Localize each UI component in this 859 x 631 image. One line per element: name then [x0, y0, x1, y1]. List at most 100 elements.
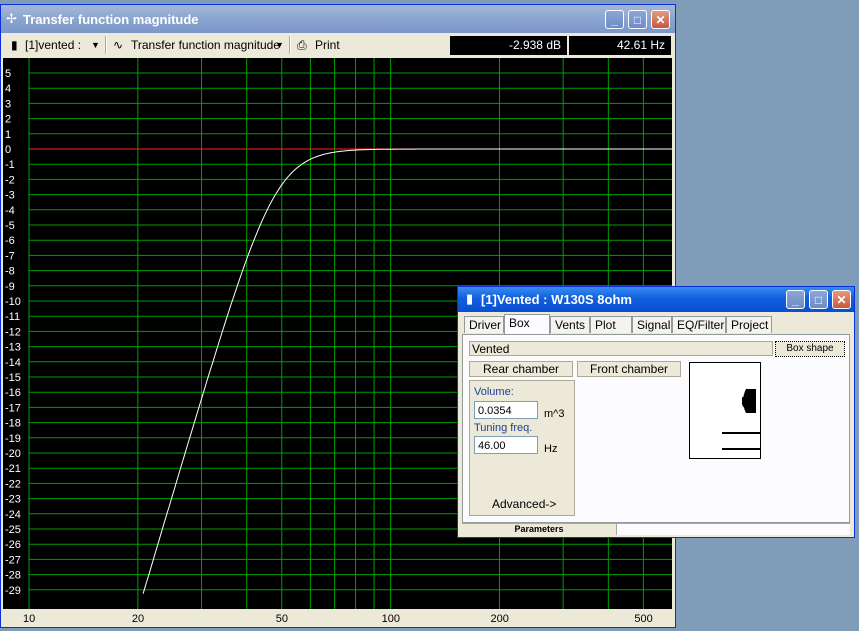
- box-tab-panel: Vented Box shape Rear chamber Front cham…: [462, 334, 850, 523]
- y-tick-label: -16: [5, 387, 21, 399]
- front-chamber-button[interactable]: Front chamber: [577, 361, 681, 377]
- toolbar-separator: [289, 36, 291, 54]
- y-tick-label: -25: [5, 524, 21, 536]
- volume-label: Volume:: [474, 386, 514, 398]
- driver-icon: ▮: [466, 291, 474, 306]
- y-tick-label: -26: [5, 539, 21, 551]
- box-type-field[interactable]: Vented: [469, 341, 773, 356]
- close-icon: ✕: [836, 292, 847, 307]
- plot-type-select[interactable]: Transfer function magnitude: [131, 36, 280, 54]
- x-tick-label: 500: [634, 613, 652, 625]
- y-tick-label: -2: [5, 174, 15, 186]
- maximize-icon: □: [633, 12, 642, 27]
- close-button[interactable]: ✕: [651, 10, 670, 29]
- box-dialog: ▮ [1]Vented : W130S 8ohm _ □ ✕ Driver Bo…: [457, 286, 855, 538]
- plot-toolbar: ▮ [1]vented : ▼ ∿ Transfer function magn…: [3, 33, 673, 57]
- dialog-titlebar[interactable]: ▮ [1]Vented : W130S 8ohm _ □ ✕: [458, 287, 854, 312]
- tab-driver[interactable]: Driver: [464, 316, 504, 333]
- tuning-unit: Hz: [544, 443, 558, 455]
- y-tick-label: -19: [5, 433, 21, 445]
- x-axis: 10 20 50 100 200 500: [23, 613, 653, 625]
- y-tick-label: -28: [5, 570, 21, 582]
- y-tick-label: 2: [5, 114, 11, 126]
- driver-select[interactable]: [1]vented :: [25, 36, 81, 54]
- y-tick-label: -29: [5, 585, 21, 597]
- print-button[interactable]: Print: [315, 36, 340, 54]
- chevron-down-icon[interactable]: ▼: [275, 36, 284, 54]
- wave-icon: ∿: [113, 38, 124, 52]
- y-tick-label: -14: [5, 357, 21, 369]
- rear-chamber-group: Volume: 0.0354 m^3 Tuning freq. 46.00 Hz…: [469, 380, 575, 516]
- main-window-title: Transfer function magnitude: [23, 12, 199, 27]
- parameters-status[interactable]: Parameters: [462, 524, 617, 535]
- close-icon: ✕: [655, 12, 666, 27]
- box-diagram: [689, 362, 761, 459]
- y-tick-label: -21: [5, 463, 21, 475]
- app-icon: ✢: [6, 11, 17, 26]
- y-tick-label: 3: [5, 98, 11, 110]
- y-tick-label: -20: [5, 448, 21, 460]
- volume-input[interactable]: 0.0354: [474, 401, 538, 419]
- y-tick-label: -24: [5, 509, 21, 521]
- y-tick-label: -9: [5, 281, 15, 293]
- volume-unit: m^3: [544, 408, 565, 420]
- maximize-button[interactable]: □: [809, 290, 828, 309]
- tuning-label: Tuning freq.: [474, 422, 533, 434]
- y-tick-label: -10: [5, 296, 21, 308]
- y-tick-label: -7: [5, 250, 15, 262]
- y-tick-label: 0: [5, 144, 11, 156]
- tab-eq-filter[interactable]: EQ/Filter: [672, 316, 726, 333]
- rear-chamber-button[interactable]: Rear chamber: [469, 361, 573, 377]
- printer-icon: ⎙: [297, 38, 307, 52]
- x-tick-label: 200: [490, 613, 508, 625]
- db-readout: -2.938 dB: [450, 36, 567, 55]
- y-tick-label: -3: [5, 190, 15, 202]
- minimize-button[interactable]: _: [605, 10, 624, 29]
- tab-plot[interactable]: Plot: [590, 316, 632, 333]
- minimize-icon: _: [792, 292, 799, 307]
- y-tick-label: -22: [5, 478, 21, 490]
- driver-icon: ▮: [11, 38, 18, 52]
- y-tick-label: -11: [5, 311, 20, 323]
- y-tick-label: -17: [5, 402, 21, 414]
- minimize-icon: _: [611, 12, 618, 27]
- maximize-icon: □: [814, 292, 823, 307]
- y-tick-label: -6: [5, 235, 15, 247]
- x-tick-label: 10: [23, 613, 35, 625]
- tab-signal[interactable]: Signal: [632, 316, 672, 333]
- minimize-button[interactable]: _: [786, 290, 805, 309]
- y-tick-label: -23: [5, 494, 21, 506]
- tab-project[interactable]: Project: [726, 316, 772, 333]
- chevron-down-icon[interactable]: ▼: [91, 36, 100, 54]
- tab-vents[interactable]: Vents: [550, 316, 590, 333]
- maximize-button[interactable]: □: [628, 10, 647, 29]
- x-tick-label: 20: [132, 613, 144, 625]
- hz-readout: 42.61 Hz: [569, 36, 671, 55]
- tuning-input[interactable]: 46.00: [474, 436, 538, 454]
- y-tick-label: -4: [5, 205, 15, 217]
- y-tick-label: 1: [5, 129, 11, 141]
- x-axis-strip: 10 20 50 100 200 500: [3, 609, 672, 626]
- dialog-tabs: Driver Box Vents Plot Signal EQ/Filter P…: [462, 314, 850, 334]
- x-tick-label: 100: [382, 613, 400, 625]
- tab-box[interactable]: Box: [504, 314, 550, 334]
- y-tick-label: -8: [5, 266, 15, 278]
- main-titlebar[interactable]: ✢ Transfer function magnitude _ □ ✕: [1, 5, 675, 33]
- y-tick-label: -12: [5, 326, 21, 338]
- y-tick-label: -5: [5, 220, 15, 232]
- y-tick-label: -27: [5, 554, 21, 566]
- y-tick-label: -18: [5, 418, 21, 430]
- y-tick-label: -1: [5, 159, 15, 171]
- y-tick-label: -15: [5, 372, 21, 384]
- advanced-button[interactable]: Advanced->: [492, 497, 556, 511]
- y-tick-label: -13: [5, 342, 21, 354]
- box-diagram-drawing: [722, 389, 760, 450]
- box-shape-button[interactable]: Box shape: [775, 341, 845, 357]
- dialog-title: [1]Vented : W130S 8ohm: [481, 292, 632, 307]
- x-tick-label: 50: [276, 613, 288, 625]
- y-tick-label: 4: [5, 83, 11, 95]
- toolbar-separator: [105, 36, 107, 54]
- y-tick-label: 5: [5, 68, 11, 80]
- close-button[interactable]: ✕: [832, 290, 851, 309]
- dialog-statusbar: Parameters: [462, 523, 850, 535]
